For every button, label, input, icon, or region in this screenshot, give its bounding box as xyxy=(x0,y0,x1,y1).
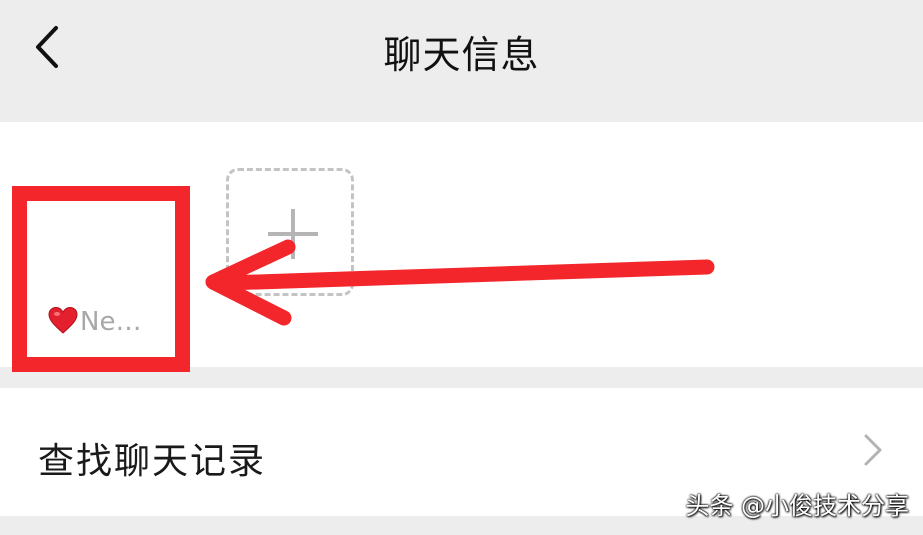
plus-icon xyxy=(268,209,318,259)
member-avatar[interactable] xyxy=(28,84,158,304)
watermark: 头条 @小俊技术分享 xyxy=(685,492,909,520)
member-name-text: Ne… xyxy=(80,307,142,337)
heart-icon xyxy=(48,306,78,334)
add-member-button[interactable] xyxy=(226,168,354,296)
member-name: Ne… xyxy=(48,306,141,337)
search-chat-history-label: 查找聊天记录 xyxy=(38,441,267,482)
chevron-right-icon xyxy=(864,434,882,466)
page-title: 聊天信息 xyxy=(383,33,540,77)
